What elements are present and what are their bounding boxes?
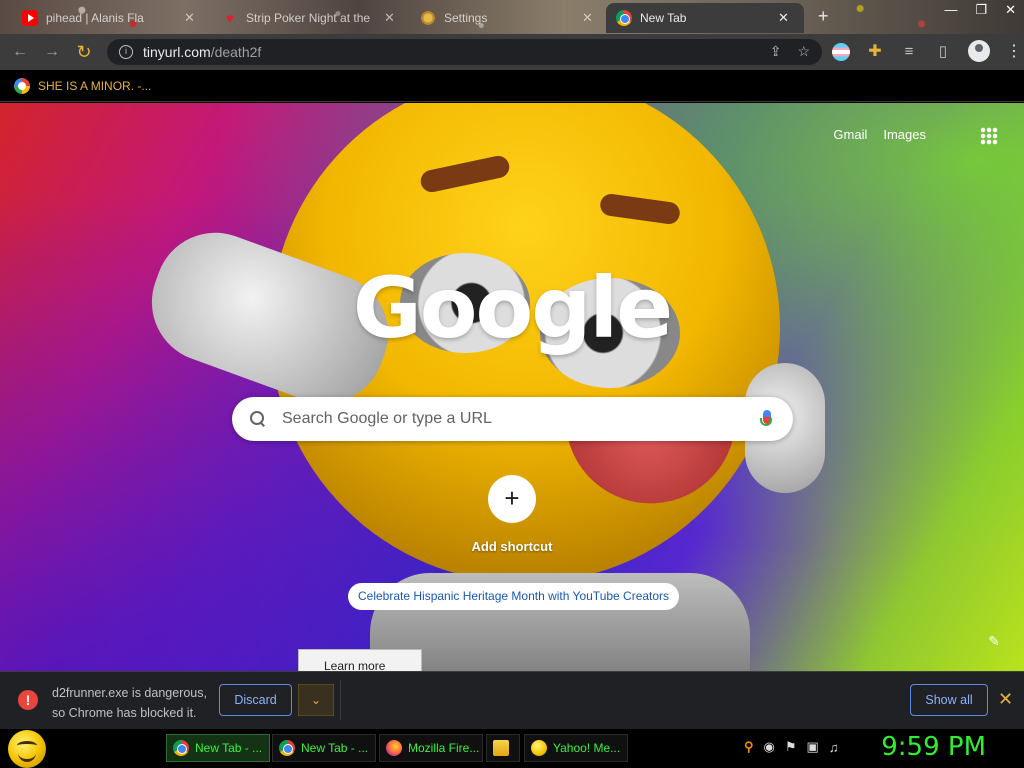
bookmark-star-icon[interactable]: ☆ bbox=[797, 43, 810, 60]
kebab-menu-icon[interactable]: ⋮ bbox=[1006, 43, 1024, 61]
side-panel-icon[interactable]: ▯ bbox=[934, 43, 952, 61]
download-shelf: ! d2frunner.exe is dangerous, so Chrome … bbox=[0, 671, 1024, 729]
tab-title: New Tab bbox=[640, 11, 687, 25]
chrome-icon bbox=[279, 740, 295, 756]
promo-chip[interactable]: Celebrate Hispanic Heritage Month with Y… bbox=[348, 583, 680, 610]
bookmarks-bar: SHE IS A MINOR. -... bbox=[0, 70, 1024, 102]
new-tab-plus-icon[interactable]: + bbox=[818, 6, 829, 27]
start-button-smiley-icon[interactable] bbox=[8, 730, 46, 768]
trans-flag-extension-icon[interactable] bbox=[832, 43, 850, 61]
network-icon[interactable]: ▣ bbox=[807, 739, 819, 755]
images-link[interactable]: Images bbox=[883, 127, 926, 142]
messenger-status-icon[interactable]: ◉ bbox=[764, 739, 775, 755]
forward-arrow-icon[interactable]: → bbox=[40, 40, 64, 64]
media-control-icon[interactable]: ≡ bbox=[900, 43, 918, 61]
new-tab-page: Gmail Images Google + Add shortcut Celeb… bbox=[0, 103, 1024, 671]
url-path: /death2f bbox=[210, 44, 262, 60]
google-logo: Google bbox=[352, 259, 673, 357]
folder-icon bbox=[493, 740, 509, 756]
url-host: tinyurl.com bbox=[143, 44, 211, 60]
taskbar-item-label: New Tab - ... bbox=[195, 741, 263, 755]
danger-warning-icon: ! bbox=[18, 690, 38, 710]
firefox-icon bbox=[386, 740, 402, 756]
close-icon[interactable]: ✕ bbox=[384, 10, 395, 26]
close-icon[interactable]: ✕ bbox=[582, 10, 593, 26]
chrome-icon bbox=[616, 10, 632, 26]
reload-icon[interactable]: ↻ bbox=[72, 40, 96, 64]
gmail-link[interactable]: Gmail bbox=[833, 127, 867, 142]
download-warning-message: d2frunner.exe is dangerous, so Chrome ha… bbox=[52, 683, 212, 723]
back-arrow-icon[interactable]: ← bbox=[8, 40, 32, 64]
profile-avatar-icon[interactable] bbox=[968, 40, 990, 62]
window-controls: — ❐ ✕ bbox=[944, 2, 1016, 18]
add-shortcut-tile[interactable]: + Add shortcut bbox=[462, 475, 562, 554]
tab-new-tab[interactable]: New Tab ✕ bbox=[606, 3, 804, 33]
chevron-down-icon[interactable]: ⌄ bbox=[298, 684, 334, 716]
learn-more-tooltip[interactable]: Learn more bbox=[298, 649, 422, 671]
google-icon bbox=[14, 77, 30, 94]
tab-strip: pihead | Alanis Fla ✕ ♥ Strip Poker Nigh… bbox=[0, 0, 1024, 34]
tab-title: pihead | Alanis Fla bbox=[46, 11, 144, 25]
taskbar-clock[interactable]: 9:59 PM bbox=[881, 732, 986, 762]
os-taskbar: New Tab - ... New Tab - ... Mozilla Fire… bbox=[0, 729, 1024, 768]
taskbar-item[interactable]: New Tab - ... bbox=[166, 734, 270, 762]
bookmark-item[interactable]: SHE IS A MINOR. -... bbox=[38, 79, 151, 93]
system-tray: ⚲ ◉ ⚑ ▣ ♫ bbox=[744, 739, 839, 755]
show-all-button[interactable]: Show all bbox=[910, 684, 988, 716]
taskbar-item-label: Yahoo! Me... bbox=[553, 741, 621, 755]
restore-icon[interactable]: ❐ bbox=[975, 2, 987, 18]
tab-youtube[interactable]: pihead | Alanis Fla ✕ bbox=[12, 4, 205, 32]
google-apps-grid-icon[interactable] bbox=[980, 127, 998, 145]
minimize-icon[interactable]: — bbox=[944, 2, 957, 18]
download-warning-line: so Chrome has blocked it. bbox=[52, 706, 197, 720]
taskbar-item-label: Mozilla Fire... bbox=[408, 741, 480, 755]
tab-settings[interactable]: Settings ✕ bbox=[410, 4, 603, 32]
browser-toolbar: ← → ↻ i tinyurl.com /death2f ⇪ ☆ ✚ ≡ ▯ ⋮ bbox=[0, 34, 1024, 70]
heart-icon: ♥ bbox=[225, 10, 235, 26]
taskbar-item[interactable]: New Tab - ... bbox=[272, 734, 376, 762]
extension-area: ✚ ≡ ▯ ⋮ bbox=[832, 40, 1024, 62]
customize-pencil-icon[interactable]: ✎ bbox=[988, 633, 1000, 650]
close-icon[interactable]: ✕ bbox=[998, 689, 1013, 710]
taskbar-item-label: New Tab - ... bbox=[301, 741, 369, 755]
tab-title: Strip Poker Night at the bbox=[246, 11, 371, 25]
taskbar-item[interactable] bbox=[486, 734, 520, 762]
volume-icon[interactable]: ♫ bbox=[829, 740, 839, 755]
puzzle-extensions-icon[interactable]: ✚ bbox=[866, 43, 884, 61]
site-info-icon[interactable]: i bbox=[119, 45, 133, 59]
tab-title: Settings bbox=[444, 11, 488, 25]
download-warning-line: d2frunner.exe is dangerous, bbox=[52, 686, 207, 700]
tab-strip-poker[interactable]: ♥ Strip Poker Night at the ✕ bbox=[212, 4, 405, 32]
close-icon[interactable]: ✕ bbox=[184, 10, 195, 26]
taskbar-item[interactable]: Mozilla Fire... bbox=[379, 734, 483, 762]
chrome-icon bbox=[173, 740, 189, 756]
microphone-icon[interactable] bbox=[760, 410, 772, 426]
top-links: Gmail Images bbox=[833, 127, 926, 142]
discard-button[interactable]: Discard bbox=[219, 684, 292, 716]
window-close-icon[interactable]: ✕ bbox=[1005, 2, 1016, 18]
search-box[interactable] bbox=[232, 397, 793, 441]
share-icon[interactable]: ⇪ bbox=[770, 43, 782, 60]
plus-icon[interactable]: + bbox=[488, 475, 536, 523]
close-icon[interactable]: ✕ bbox=[778, 10, 789, 26]
yahoo-messenger-icon bbox=[531, 740, 547, 756]
action-center-flag-icon[interactable]: ⚑ bbox=[785, 739, 797, 755]
taskbar-item[interactable]: Yahoo! Me... bbox=[524, 734, 628, 762]
settings-icon bbox=[420, 10, 436, 26]
search-icon[interactable]: ⚲ bbox=[744, 739, 754, 755]
search-input[interactable] bbox=[282, 410, 742, 428]
add-shortcut-label: Add shortcut bbox=[471, 539, 553, 554]
address-bar[interactable]: i tinyurl.com /death2f ⇪ ☆ bbox=[107, 39, 822, 65]
youtube-icon bbox=[22, 10, 38, 26]
search-icon bbox=[250, 411, 266, 427]
divider bbox=[340, 680, 341, 720]
